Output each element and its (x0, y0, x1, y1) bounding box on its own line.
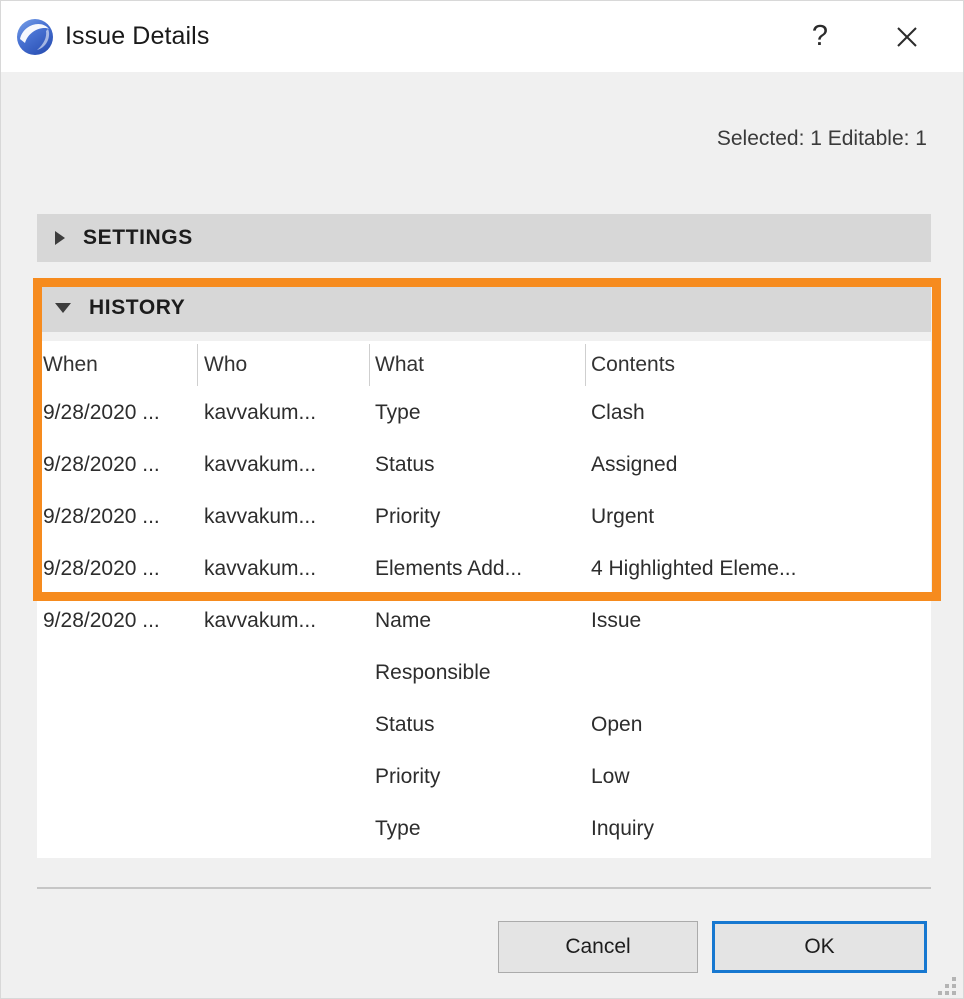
triangle-down-icon (55, 303, 71, 313)
section-header-history[interactable]: HISTORY (37, 284, 931, 332)
cell-what: Status (375, 453, 435, 476)
cell-who: kavvakum... (204, 401, 317, 424)
table-row[interactable]: 9/28/2020 ... kavvakum... Status Assigne… (37, 441, 931, 493)
window-title: Issue Details (65, 22, 210, 50)
column-separator[interactable] (197, 344, 198, 386)
cell-what: Status (375, 713, 435, 736)
cell-contents: 4 Highlighted Eleme... (591, 557, 797, 580)
cell-what: Type (375, 817, 421, 840)
table-row[interactable]: 9/28/2020 ... kavvakum... Elements Add..… (37, 545, 931, 597)
issue-details-dialog: Issue Details ? Selected: 1 Editable: 1 … (0, 0, 964, 999)
cell-when: 9/28/2020 ... (43, 401, 160, 424)
cell-contents: Urgent (591, 505, 655, 528)
cell-contents: Low (591, 765, 630, 788)
triangle-right-icon (55, 231, 65, 245)
cell-who: kavvakum... (204, 453, 317, 476)
table-row[interactable]: 9/28/2020 ... kavvakum... Type Clash (37, 389, 931, 441)
table-row[interactable]: Status Open (37, 701, 931, 753)
column-header-what[interactable]: What (375, 353, 424, 377)
cell-what: Priority (375, 765, 441, 788)
cell-what: Elements Add... (375, 557, 523, 580)
column-separator[interactable] (369, 344, 370, 386)
table-body: 9/28/2020 ... kavvakum... Type Clash 9/2… (37, 389, 931, 858)
help-button[interactable]: ? (792, 1, 848, 72)
cell-contents: Inquiry (591, 817, 655, 840)
column-header-who[interactable]: Who (204, 353, 247, 377)
table-row[interactable]: Responsible (37, 649, 931, 701)
cell-contents: Issue (591, 609, 642, 632)
cell-when: 9/28/2020 ... (43, 557, 160, 580)
section-header-settings[interactable]: SETTINGS (37, 214, 931, 262)
cell-what: Priority (375, 505, 441, 528)
footer-divider (37, 887, 931, 889)
cell-what: Type (375, 401, 421, 424)
cell-contents: Open (591, 713, 643, 736)
table-row[interactable]: 9/28/2020 ... kavvakum... Priority Urgen… (37, 493, 931, 545)
cell-who: kavvakum... (204, 557, 317, 580)
column-header-when[interactable]: When (43, 353, 98, 377)
section-label-history: HISTORY (89, 296, 186, 319)
resize-grip[interactable] (938, 977, 956, 995)
selection-status: Selected: 1 Editable: 1 (716, 127, 927, 150)
cell-when: 9/28/2020 ... (43, 505, 160, 528)
cell-who: kavvakum... (204, 505, 317, 528)
help-icon: ? (811, 20, 829, 52)
table-row[interactable]: Priority Low (37, 753, 931, 805)
cell-contents: Assigned (591, 453, 678, 476)
cell-when: 9/28/2020 ... (43, 453, 160, 476)
cancel-button-label: Cancel (565, 935, 631, 958)
close-icon (897, 26, 917, 47)
table-header-row: When Who What Contents (37, 341, 931, 389)
cell-what: Name (375, 609, 432, 632)
ok-button[interactable]: OK (712, 921, 927, 973)
cancel-button[interactable]: Cancel (498, 921, 698, 973)
table-row[interactable]: 9/28/2020 ... kavvakum... Name Issue (37, 597, 931, 649)
table-row[interactable]: Type Inquiry (37, 805, 931, 857)
column-separator[interactable] (585, 344, 586, 386)
column-header-contents[interactable]: Contents (591, 353, 675, 377)
ok-button-label: OK (804, 935, 835, 958)
title-bar: Issue Details ? (1, 1, 963, 72)
archicad-issue-icon (17, 18, 53, 55)
cell-contents: Clash (591, 401, 645, 424)
cell-who: kavvakum... (204, 609, 317, 632)
close-button[interactable] (879, 1, 935, 72)
section-label-settings: SETTINGS (83, 226, 193, 249)
history-table: When Who What Contents 9/28/2020 ... kav… (37, 341, 931, 858)
cell-what: Responsible (375, 661, 491, 684)
cell-when: 9/28/2020 ... (43, 609, 160, 632)
